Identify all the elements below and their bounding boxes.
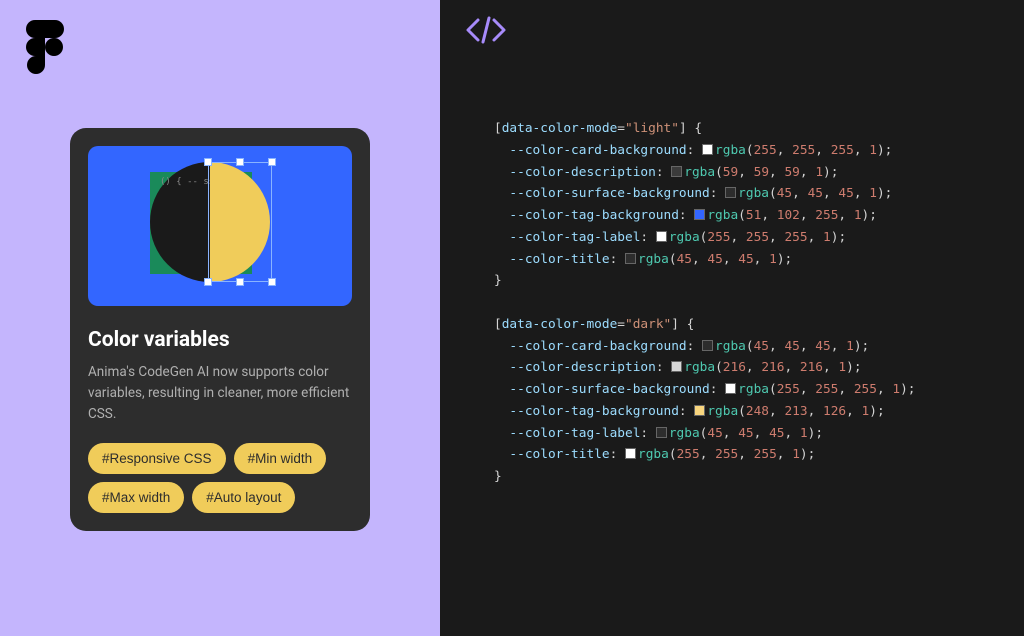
card-title: Color variables	[88, 328, 352, 352]
tag-auto-layout[interactable]: #Auto layout	[192, 482, 295, 513]
selection-handle[interactable]	[204, 158, 212, 166]
code-icon	[464, 16, 508, 44]
tag-min-width[interactable]: #Min width	[234, 443, 327, 474]
tag-responsive-css[interactable]: #Responsive CSS	[88, 443, 226, 474]
tag-list: #Responsive CSS #Min width #Max width #A…	[88, 443, 352, 513]
selection-box[interactable]	[208, 162, 272, 282]
card-description: Anima's CodeGen AI now supports color va…	[88, 362, 352, 425]
card-hero-image: () { -- ss' }); () {	[88, 146, 352, 306]
selection-handle[interactable]	[204, 278, 212, 286]
selection-handle[interactable]	[268, 278, 276, 286]
selection-handle[interactable]	[236, 158, 244, 166]
selection-handle[interactable]	[236, 278, 244, 286]
css-code-block: [data-color-mode="light"] { --color-card…	[494, 118, 1000, 488]
selection-handle[interactable]	[268, 158, 276, 166]
figma-logo-icon	[26, 20, 64, 74]
feature-card: () { -- ss' }); () { Color variables Ani…	[70, 128, 370, 531]
tag-max-width[interactable]: #Max width	[88, 482, 184, 513]
figma-panel: () { -- ss' }); () { Color variables Ani…	[0, 0, 440, 636]
code-panel: [data-color-mode="light"] { --color-card…	[440, 0, 1024, 636]
